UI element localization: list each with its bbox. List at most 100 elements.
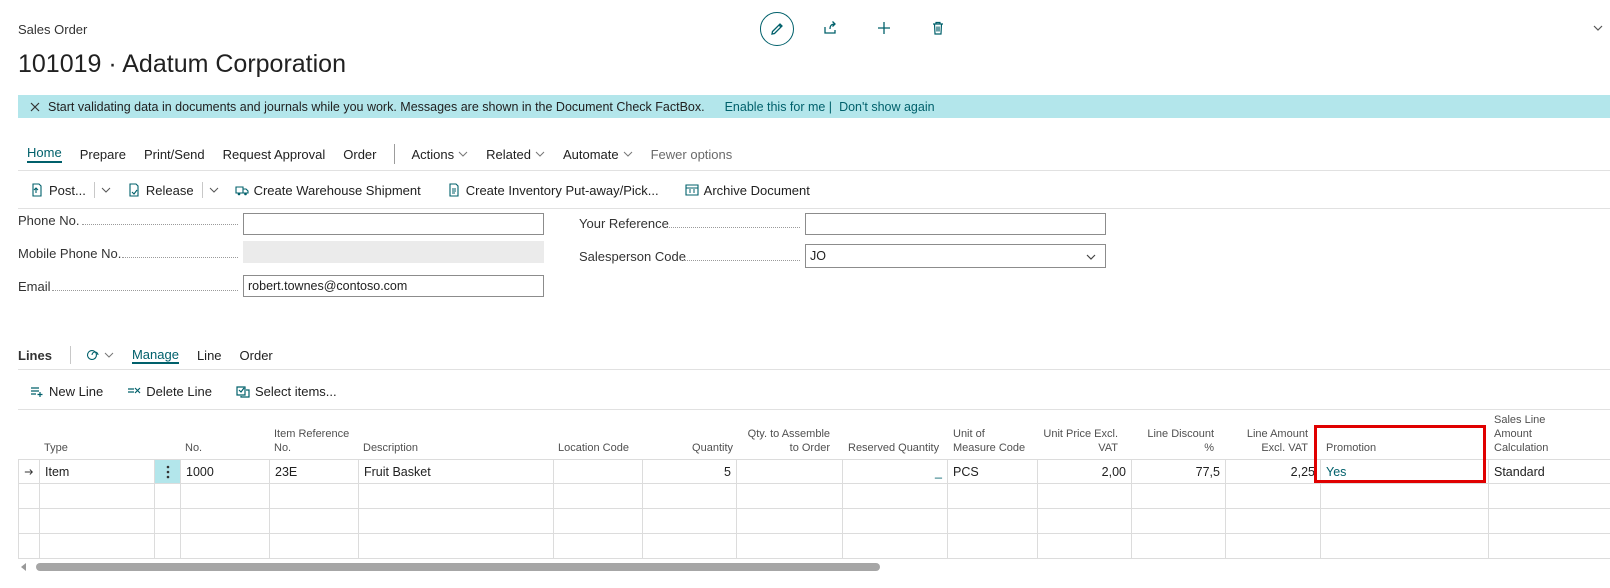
cell-line-amount[interactable] xyxy=(1226,534,1321,559)
cell-description[interactable] xyxy=(359,484,554,509)
dont-show-link[interactable]: Don't show again xyxy=(839,100,935,114)
post-dropdown[interactable] xyxy=(101,185,111,195)
cell-line-discount[interactable] xyxy=(1132,534,1226,559)
create-warehouse-shipment-button[interactable]: Create Warehouse Shipment xyxy=(235,183,421,198)
cell-no[interactable] xyxy=(181,509,270,534)
cell-promotion[interactable] xyxy=(1321,509,1489,534)
cell-reserved-quantity[interactable] xyxy=(843,534,948,559)
cell-type[interactable] xyxy=(40,509,155,534)
cell-location-code[interactable] xyxy=(554,534,643,559)
cell-type[interactable] xyxy=(40,484,155,509)
cell-sales-line-amount-calculation[interactable]: Standard xyxy=(1489,459,1610,484)
cell-item-reference[interactable] xyxy=(270,534,359,559)
cell-line-amount[interactable] xyxy=(1226,484,1321,509)
cell-quantity[interactable]: 5 xyxy=(643,459,737,484)
row-menu-button[interactable] xyxy=(155,459,181,484)
cell-unit-price[interactable] xyxy=(1038,509,1132,534)
tab-home[interactable]: Home xyxy=(27,145,62,163)
email-field[interactable]: robert.townes@contoso.com xyxy=(243,275,544,297)
delete-line-button[interactable]: Delete Line xyxy=(127,384,212,399)
row-indicator[interactable] xyxy=(18,459,40,484)
col-header-unit-price[interactable]: Unit Price Excl. VAT xyxy=(1038,410,1122,459)
cell-line-discount[interactable] xyxy=(1132,509,1226,534)
cell-description[interactable]: Fruit Basket xyxy=(359,459,554,484)
menu-actions[interactable]: Actions xyxy=(412,147,469,162)
post-button[interactable]: Post... xyxy=(30,183,86,198)
tab-prepare[interactable]: Prepare xyxy=(80,147,126,162)
cell-unit-of-measure[interactable] xyxy=(948,534,1038,559)
row-menu-cell[interactable] xyxy=(155,534,181,559)
col-header-description[interactable]: Description xyxy=(359,410,552,459)
cell-type[interactable] xyxy=(40,534,155,559)
cell-item-reference[interactable] xyxy=(270,509,359,534)
col-header-sales-line-amount-calculation[interactable]: Sales Line Amount Calculation xyxy=(1490,410,1590,459)
cell-no[interactable]: 1000 xyxy=(181,459,270,484)
cell-unit-price[interactable]: 2,00 xyxy=(1038,459,1132,484)
col-header-qty-to-assemble[interactable]: Qty. to Assemble to Order xyxy=(737,410,834,459)
col-header-item-reference[interactable]: Item Reference No. xyxy=(270,410,358,459)
tab-order[interactable]: Order xyxy=(343,147,376,162)
cell-unit-of-measure[interactable] xyxy=(948,509,1038,534)
cell-line-amount[interactable]: 2,25 xyxy=(1226,459,1321,484)
cell-sales-line-amount-calculation[interactable] xyxy=(1489,534,1610,559)
cell-location-code[interactable] xyxy=(554,459,643,484)
cell-line-amount[interactable] xyxy=(1226,509,1321,534)
cell-type[interactable]: Item xyxy=(40,459,155,484)
cell-qty-to-assemble[interactable] xyxy=(737,459,843,484)
new-line-button[interactable]: New Line xyxy=(30,384,103,399)
close-icon[interactable] xyxy=(30,102,40,112)
scrollbar-thumb[interactable] xyxy=(36,563,880,571)
tab-print-send[interactable]: Print/Send xyxy=(144,147,205,162)
col-header-reserved-quantity[interactable]: Reserved Quantity xyxy=(844,410,948,459)
phone-field[interactable] xyxy=(243,213,544,235)
enable-link[interactable]: Enable this for me | xyxy=(725,100,832,114)
cell-reserved-quantity[interactable] xyxy=(843,484,948,509)
col-header-quantity[interactable]: Quantity xyxy=(643,410,737,459)
cell-location-code[interactable] xyxy=(554,484,643,509)
your-reference-field[interactable] xyxy=(805,213,1106,235)
row-menu-cell[interactable] xyxy=(155,509,181,534)
lines-tab-manage[interactable]: Manage xyxy=(131,347,179,364)
cell-quantity[interactable] xyxy=(643,509,737,534)
collapse-chevron-icon[interactable] xyxy=(1592,22,1604,37)
horizontal-scrollbar[interactable] xyxy=(18,562,1610,572)
tab-request-approval[interactable]: Request Approval xyxy=(223,147,326,162)
release-dropdown[interactable] xyxy=(209,185,219,195)
menu-related[interactable]: Related xyxy=(486,147,545,162)
col-header-no[interactable]: No. xyxy=(181,410,269,459)
cell-unit-price[interactable] xyxy=(1038,484,1132,509)
row-indicator[interactable] xyxy=(18,484,40,509)
select-items-button[interactable]: Select items... xyxy=(236,384,337,399)
fewer-options-button[interactable]: Fewer options xyxy=(651,147,733,162)
salesperson-code-select[interactable]: JO xyxy=(805,244,1106,268)
create-inventory-putaway-button[interactable]: Create Inventory Put-away/Pick... xyxy=(447,183,659,198)
lines-tab-line[interactable]: Line xyxy=(197,348,222,363)
cell-no[interactable] xyxy=(181,534,270,559)
row-indicator[interactable] xyxy=(18,509,40,534)
edit-button[interactable] xyxy=(760,12,794,46)
cell-reserved-quantity[interactable] xyxy=(843,509,948,534)
scroll-left-icon[interactable] xyxy=(20,563,28,571)
lines-tab-order[interactable]: Order xyxy=(240,348,273,363)
col-header-line-discount[interactable]: Line Discount % xyxy=(1132,410,1218,459)
cell-qty-to-assemble[interactable] xyxy=(737,509,843,534)
cell-unit-price[interactable] xyxy=(1038,534,1132,559)
row-menu-cell[interactable] xyxy=(155,484,181,509)
release-button[interactable]: Release xyxy=(127,183,194,198)
lines-options-button[interactable] xyxy=(85,348,114,362)
cell-no[interactable] xyxy=(181,484,270,509)
col-header-line-amount[interactable]: Line Amount Excl. VAT xyxy=(1226,410,1312,459)
row-indicator[interactable] xyxy=(18,534,40,559)
menu-automate[interactable]: Automate xyxy=(563,147,633,162)
cell-location-code[interactable] xyxy=(554,509,643,534)
cell-item-reference[interactable]: 23E xyxy=(270,459,359,484)
cell-quantity[interactable] xyxy=(643,534,737,559)
cell-line-discount[interactable] xyxy=(1132,484,1226,509)
cell-qty-to-assemble[interactable] xyxy=(737,484,843,509)
new-button[interactable] xyxy=(868,12,900,44)
col-header-unit-of-measure[interactable]: Unit of Measure Code xyxy=(949,410,1037,459)
col-header-location-code[interactable]: Location Code xyxy=(554,410,642,459)
cell-unit-of-measure[interactable] xyxy=(948,484,1038,509)
delete-button[interactable] xyxy=(922,12,954,44)
cell-promotion[interactable] xyxy=(1321,484,1489,509)
